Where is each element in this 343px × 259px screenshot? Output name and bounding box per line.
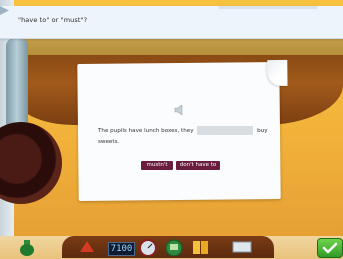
page-curl: [267, 59, 288, 87]
header-accent: [218, 6, 318, 9]
check-button[interactable]: [317, 238, 343, 258]
option-mustnt-button[interactable]: mustn't: [141, 161, 173, 170]
score-counter: 7100: [108, 242, 135, 256]
speaker-icon[interactable]: [174, 105, 186, 115]
bottle-icon[interactable]: [18, 238, 36, 256]
page-title: "have to" or "must"?: [18, 16, 88, 24]
question-sentence: The pupils have lunch boxes, they buy sw…: [98, 126, 268, 148]
option-dont-have-to-button[interactable]: don't have to: [176, 161, 220, 170]
checkmark-icon: [322, 242, 338, 254]
answer-blank[interactable]: [197, 126, 254, 135]
gauge-icon[interactable]: [138, 238, 158, 256]
red-tool-icon[interactable]: [78, 238, 96, 256]
book-icon[interactable]: [191, 238, 211, 256]
green-device-icon[interactable]: [164, 238, 184, 256]
screen-icon[interactable]: [231, 238, 253, 256]
sentence-start: The pupils have lunch boxes, they: [98, 128, 194, 134]
game-scene: "have to" or "must"? The pupils have lun…: [0, 0, 343, 259]
